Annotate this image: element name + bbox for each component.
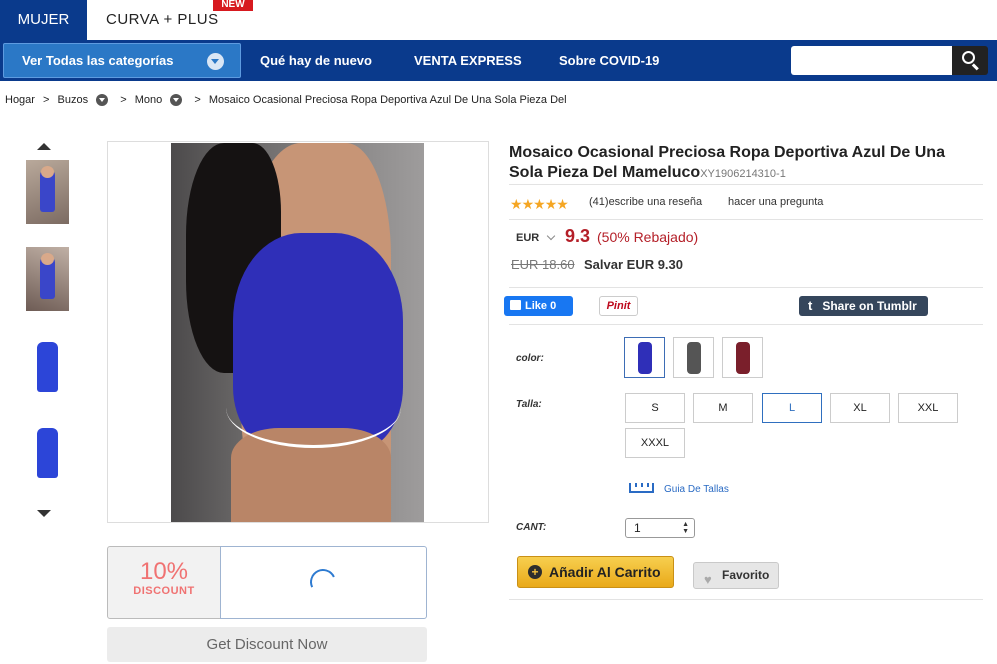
discount-loading-panel	[220, 546, 427, 619]
thumbs-down-arrow-icon[interactable]	[37, 510, 51, 517]
plus-icon: +	[528, 565, 542, 579]
discount-label: DISCOUNT	[133, 585, 195, 597]
thumbnail-2[interactable]	[26, 247, 69, 311]
breadcrumb-current: Mosaico Ocasional Preciosa Ropa Deportiv…	[208, 94, 567, 107]
write-review-link[interactable]: escribe una reseña	[609, 196, 703, 208]
like-count: 0	[550, 300, 557, 312]
discount-badge: 10% DISCOUNT	[107, 546, 221, 619]
search-icon-handle	[972, 63, 979, 71]
quantity-value: 1	[634, 521, 641, 535]
product-photo	[171, 143, 424, 522]
original-price: EUR 18.60	[511, 257, 575, 272]
size-label: Talla:	[516, 399, 542, 410]
quantity-select[interactable]: 1 ▲ ▼	[625, 518, 695, 538]
chevron-down-icon	[207, 53, 224, 70]
main-nav: Ver Todas las categorías Qué hay de nuev…	[0, 40, 997, 81]
size-option-m[interactable]: M	[693, 393, 753, 423]
currency-select[interactable]: EUR	[516, 232, 539, 244]
breadcrumb-buzos[interactable]: Buzos	[58, 94, 89, 106]
nav-link-whats-new[interactable]: Qué hay de nuevo	[260, 40, 372, 81]
breadcrumb-mono[interactable]: Mono	[135, 94, 163, 106]
breadcrumb-separator: >	[120, 94, 127, 107]
size-option-l[interactable]: L	[762, 393, 822, 423]
heart-icon: ♥	[704, 572, 712, 587]
new-badge: NEW	[213, 0, 253, 11]
tab-curva-plus[interactable]: CURVA + PLUS	[106, 0, 219, 40]
search-icon	[962, 51, 975, 64]
size-option-xl[interactable]: XL	[830, 393, 890, 423]
favorite-button[interactable]: ♥ Favorito	[693, 562, 779, 589]
product-sku: XY1906214310-1	[700, 168, 786, 180]
size-option-s[interactable]: S	[625, 393, 685, 423]
tumblr-label: Share on Tumblr	[822, 299, 917, 313]
quantity-label: CANT:	[516, 522, 547, 533]
thumbs-up-arrow-icon[interactable]	[37, 143, 51, 150]
add-to-cart-button[interactable]: + Añadir Al Carrito	[517, 556, 674, 588]
chevron-down-icon[interactable]	[546, 231, 556, 241]
main-product-image[interactable]	[107, 141, 489, 523]
rating-stars: ★★★★★	[510, 196, 569, 214]
breadcrumb-home[interactable]: Hogar	[5, 94, 35, 106]
chevron-down-icon[interactable]	[170, 94, 183, 107]
tumblr-share-button[interactable]: t Share on Tumblr	[799, 296, 928, 316]
size-option-xxxl[interactable]: XXXL	[625, 428, 685, 458]
divider	[509, 599, 983, 600]
search-input[interactable]	[791, 46, 952, 75]
discount-percent-text: (50% Rebajado)	[597, 229, 699, 245]
divider	[509, 184, 983, 185]
thumbs-up-icon	[510, 300, 521, 310]
color-label: color:	[516, 353, 544, 364]
ruler-icon	[629, 483, 654, 493]
color-swatch-gray[interactable]	[673, 337, 714, 378]
savings-text: Salvar EUR 9.30	[584, 257, 684, 272]
size-option-xxl[interactable]: XXL	[898, 393, 958, 423]
nav-link-flash-sale[interactable]: VENTA EXPRESS	[414, 40, 522, 81]
breadcrumb-separator: >	[43, 94, 50, 107]
thumbnail-3[interactable]	[26, 336, 69, 400]
facebook-like-button[interactable]: Like 0	[504, 296, 573, 316]
search-button[interactable]	[952, 46, 988, 75]
current-price: 9.3	[565, 226, 591, 246]
loading-spinner-icon	[306, 565, 340, 599]
like-label: Like	[525, 300, 548, 312]
divider	[509, 287, 983, 288]
divider	[509, 219, 983, 220]
size-guide-link[interactable]: Guia De Tallas	[664, 484, 729, 495]
ask-question-link[interactable]: hacer una pregunta	[728, 196, 823, 208]
discount-percent: 10%	[139, 558, 189, 585]
breadcrumb-separator: >	[194, 94, 201, 107]
thumbnail-1[interactable]	[26, 160, 69, 224]
all-categories-label: Ver Todas las categorías	[22, 53, 174, 68]
color-swatch-blue[interactable]	[624, 337, 665, 378]
reviews-number: (41)	[589, 196, 609, 208]
thumbnail-4[interactable]	[26, 422, 69, 486]
reviews-count: (41)escribe una reseña	[589, 196, 702, 208]
breadcrumb: Hogar > Buzos > Mono > Mosaico Ocasional…	[5, 94, 567, 107]
tab-mujer[interactable]: MUJER	[0, 0, 87, 40]
stepper-arrows-icon: ▲ ▼	[682, 521, 689, 535]
favorite-label: Favorito	[722, 568, 770, 582]
get-discount-button[interactable]: Get Discount Now	[107, 627, 427, 662]
color-swatch-wine[interactable]	[722, 337, 763, 378]
top-tabs: MUJER CURVA + PLUS NEW	[0, 0, 997, 40]
pinterest-button[interactable]: Pinit	[599, 296, 638, 316]
product-title: Mosaico Ocasional Preciosa Ropa Deportiv…	[509, 143, 979, 184]
all-categories-button[interactable]: Ver Todas las categorías	[3, 43, 241, 78]
add-to-cart-label: Añadir Al Carrito	[549, 564, 661, 580]
chevron-down-icon[interactable]	[96, 94, 109, 107]
tumblr-icon: t	[808, 298, 813, 313]
divider	[509, 324, 983, 325]
nav-link-covid[interactable]: Sobre COVID-19	[559, 40, 659, 81]
star-icon: ★	[556, 196, 569, 212]
